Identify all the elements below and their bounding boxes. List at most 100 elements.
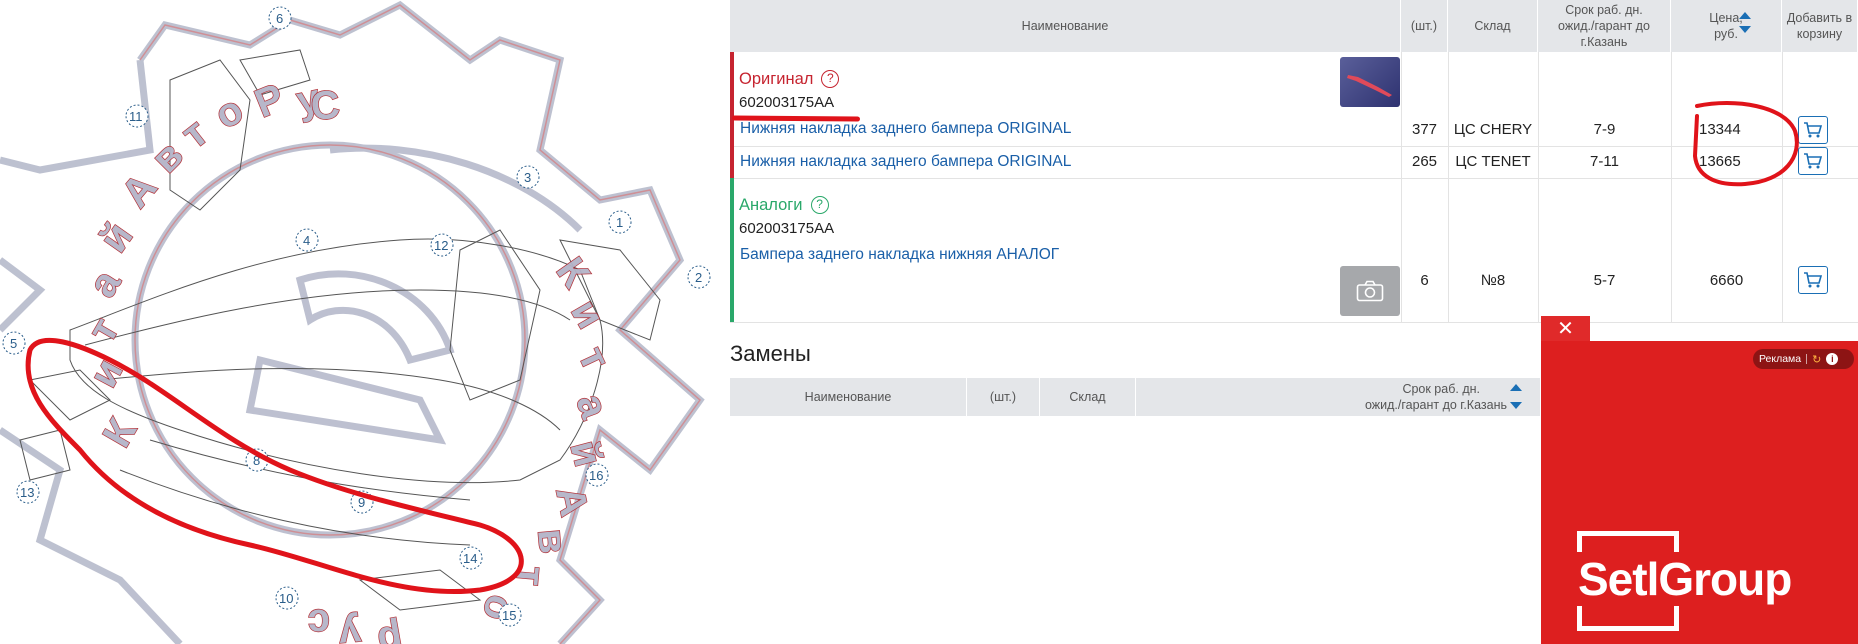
svg-text:14: 14 xyxy=(463,551,477,566)
original-title: Оригинал? xyxy=(739,70,840,89)
svg-text:т: т xyxy=(570,340,618,376)
sort-up-icon[interactable] xyxy=(1510,384,1522,391)
part-link[interactable]: Нижняя накладка заднего бампера ORIGINAL xyxy=(740,153,1071,171)
ad-badge-divider xyxy=(1806,354,1808,364)
svg-text:и: и xyxy=(562,293,612,336)
annotation-circle xyxy=(1692,101,1799,187)
svg-text:р: р xyxy=(374,616,406,644)
header-qty[interactable]: (шт.) xyxy=(1401,0,1448,52)
svg-text:о: о xyxy=(208,87,251,137)
sort-down-icon[interactable] xyxy=(1739,26,1751,33)
header-term[interactable]: Срок раб. дн. ожид./гарант до г.Казань xyxy=(1538,0,1671,52)
row-qty: 6 xyxy=(1420,272,1429,289)
callout-15[interactable]: 15 xyxy=(498,603,522,627)
replacements-title: Замены xyxy=(730,341,811,366)
analogs-article[interactable]: 602003175AA xyxy=(739,220,834,237)
sort-down-icon[interactable] xyxy=(1510,401,1522,409)
diagram-svg: К и т а й А в т о Р у С К и т а й А в т … xyxy=(0,0,711,644)
add-to-cart-button[interactable] xyxy=(1798,266,1828,294)
part-link[interactable]: Бампера заднего накладка нижняя АНАЛОГ xyxy=(740,246,1059,264)
repl-header-name[interactable]: Наименование xyxy=(730,378,967,416)
cart-icon xyxy=(1804,153,1823,169)
svg-text:10: 10 xyxy=(279,591,293,606)
cart-icon xyxy=(1804,122,1823,138)
row-warehouse: ЦС CHERY xyxy=(1453,121,1533,138)
callout-11[interactable]: 11 xyxy=(125,104,149,128)
part-thumbnail[interactable] xyxy=(1340,57,1400,107)
header-price[interactable]: Цена, руб. xyxy=(1671,0,1782,52)
sort-up-icon[interactable] xyxy=(1739,12,1751,19)
watermark-text: К и т а й А в т о Р у С К и т а й А в т … xyxy=(79,75,619,644)
repl-header-term[interactable]: Срок раб. дн. ожид./гарант до г.Казань xyxy=(1136,378,1541,416)
row-qty: 377 xyxy=(1411,121,1438,138)
svg-text:а: а xyxy=(80,262,130,305)
callout-10[interactable]: 10 xyxy=(275,586,299,610)
callout-1[interactable]: 1 xyxy=(608,210,632,234)
original-article[interactable]: 602003175AA xyxy=(739,94,834,111)
callout-12[interactable]: 12 xyxy=(430,233,454,257)
svg-text:й: й xyxy=(91,215,141,260)
photo-placeholder[interactable] xyxy=(1340,266,1400,316)
svg-text:с: с xyxy=(308,601,330,644)
ad-badge-label: Реклама xyxy=(1759,353,1802,365)
original-title-label: Оригинал xyxy=(739,70,814,88)
svg-text:2: 2 xyxy=(695,270,702,285)
row-term: 7-9 xyxy=(1593,121,1616,138)
svg-text:С: С xyxy=(309,83,342,129)
row-warehouse: №8 xyxy=(1480,272,1506,289)
info-icon[interactable]: i xyxy=(1826,353,1839,365)
help-icon[interactable]: ? xyxy=(821,70,840,88)
repl-header-term-line1: Срок раб. дн. xyxy=(1402,382,1480,396)
analogs-accent-bar xyxy=(730,178,734,322)
row-divider xyxy=(730,322,1858,323)
analogs-title: Аналоги? xyxy=(739,196,829,215)
ad-close-button[interactable]: ✕ xyxy=(1541,316,1590,342)
callout-3[interactable]: 3 xyxy=(516,165,540,189)
help-icon[interactable]: ? xyxy=(810,196,829,214)
svg-text:т: т xyxy=(80,311,128,350)
svg-text:А: А xyxy=(547,483,596,520)
part-link[interactable]: Нижняя накладка заднего бампера ORIGINAL xyxy=(740,120,1071,138)
row-term: 5-7 xyxy=(1593,272,1616,289)
svg-text:6: 6 xyxy=(276,11,283,26)
svg-text:К: К xyxy=(548,250,598,296)
part-thumbnail-image xyxy=(1347,75,1392,97)
callout-16[interactable]: 16 xyxy=(585,463,609,487)
svg-text:15: 15 xyxy=(502,608,516,623)
svg-text:в: в xyxy=(529,527,575,555)
svg-text:5: 5 xyxy=(10,336,17,351)
repl-header-warehouse[interactable]: Склад xyxy=(1040,378,1136,416)
row-warehouse: ЦС TENET xyxy=(1455,153,1531,170)
analogs-title-label: Аналоги xyxy=(739,196,803,214)
svg-text:4: 4 xyxy=(303,233,310,248)
svg-text:А: А xyxy=(113,165,165,215)
callout-13[interactable]: 13 xyxy=(16,480,40,504)
callout-4[interactable]: 4 xyxy=(295,228,319,252)
callout-6[interactable]: 6 xyxy=(268,6,292,30)
svg-text:а: а xyxy=(568,388,617,425)
svg-text:12: 12 xyxy=(434,238,448,253)
svg-text:т: т xyxy=(173,110,216,157)
header-name[interactable]: Наименование xyxy=(730,0,1401,52)
callout-14[interactable]: 14 xyxy=(459,546,483,570)
svg-text:Р: Р xyxy=(249,76,290,127)
cart-icon xyxy=(1804,272,1823,288)
repl-header-term-line2: ожид./гарант до г.Казань xyxy=(1364,398,1507,412)
row-price: 6660 xyxy=(1709,272,1744,289)
callout-2[interactable]: 2 xyxy=(687,265,711,289)
parts-diagram: К и т а й А в т о Р у С К и т а й А в т … xyxy=(0,0,730,644)
header-warehouse[interactable]: Склад xyxy=(1448,0,1538,52)
ad-logo: SetlGroup xyxy=(1576,552,1794,606)
refresh-icon[interactable]: ↻ xyxy=(1812,353,1821,366)
header-add: Добавить в корзину xyxy=(1782,0,1858,52)
repl-header-qty[interactable]: (шт.) xyxy=(967,378,1040,416)
svg-text:3: 3 xyxy=(524,170,531,185)
row-term: 7-11 xyxy=(1590,153,1619,170)
ad-banner[interactable]: SetlGroup xyxy=(1541,341,1858,644)
callout-5[interactable]: 5 xyxy=(2,331,26,355)
ad-badge[interactable]: Реклама ↻ i xyxy=(1753,349,1854,369)
svg-text:1: 1 xyxy=(616,215,623,230)
row-qty: 265 xyxy=(1411,153,1438,170)
svg-text:К: К xyxy=(95,411,146,455)
svg-text:у: у xyxy=(336,611,363,644)
